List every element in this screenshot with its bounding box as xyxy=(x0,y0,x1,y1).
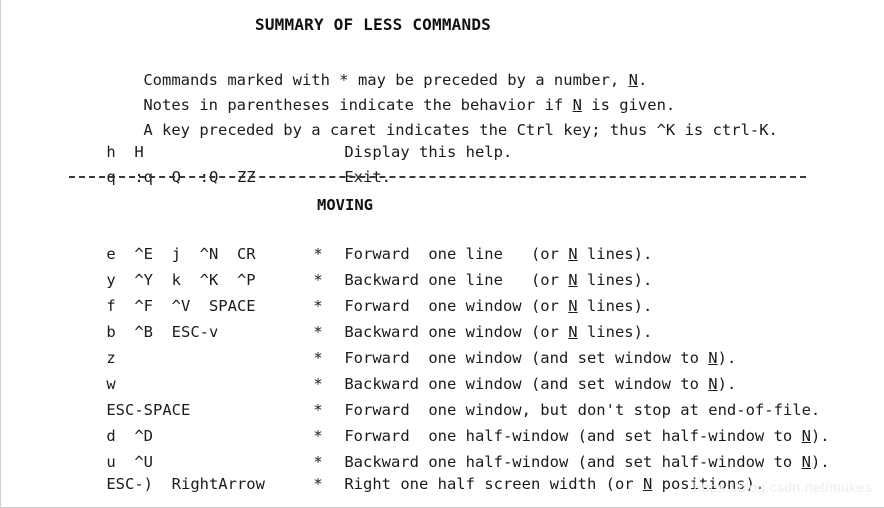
section-divider xyxy=(69,176,806,178)
command-keys: ESC-) RightArrow xyxy=(106,475,265,493)
less-help-screen: SUMMARY OF LESS COMMANDS Commands marked… xyxy=(0,0,884,508)
section-header-moving: MOVING xyxy=(317,196,373,214)
number-placeholder-icon: N xyxy=(642,475,653,493)
command-description: Right one half screen width (or xyxy=(344,475,643,493)
watermark: https://blog.csdn.net/mukes xyxy=(693,479,872,495)
command-star: * xyxy=(313,475,323,493)
page-title: SUMMARY OF LESS COMMANDS xyxy=(255,15,491,34)
